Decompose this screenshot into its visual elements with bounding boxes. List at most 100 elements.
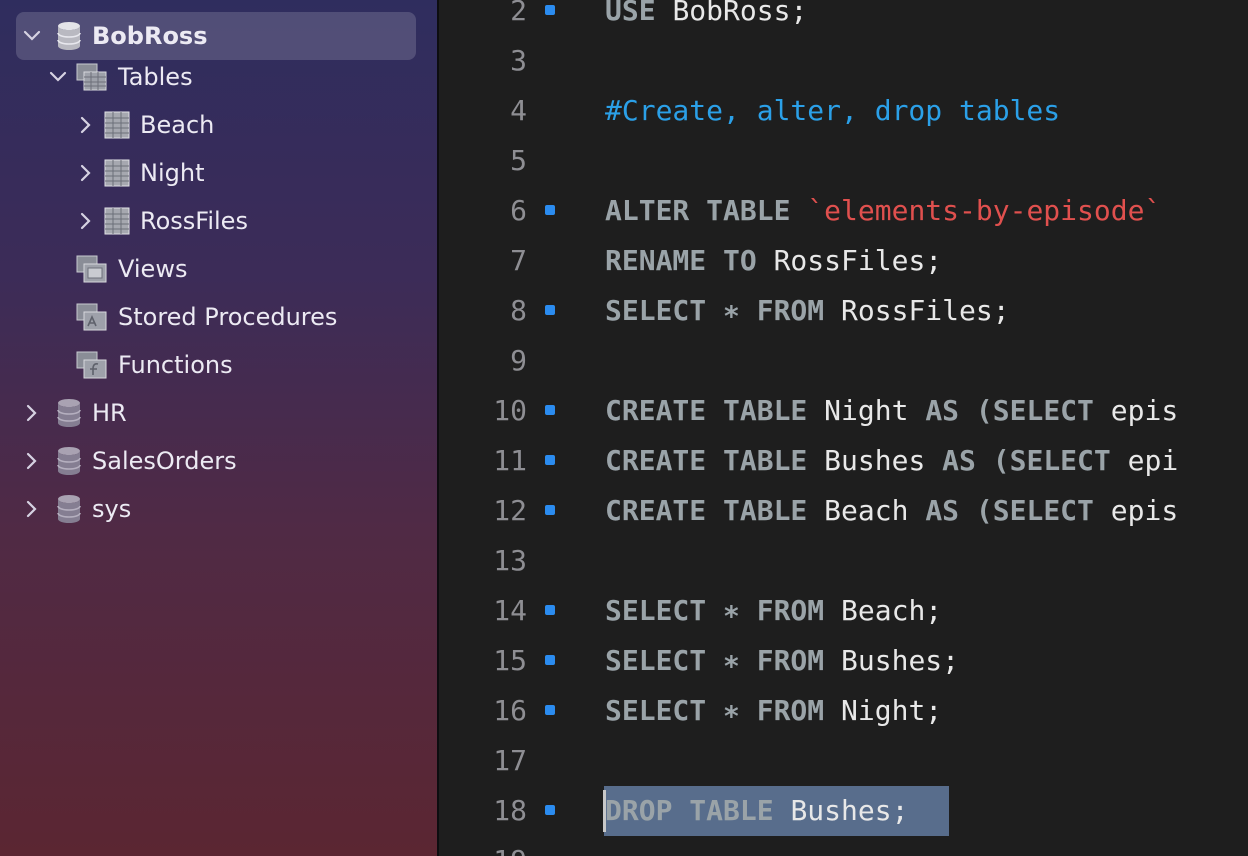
code-line[interactable]: 19 xyxy=(439,836,1248,856)
sql-editor[interactable]: 2 USE BobRoss; 3 4 #Create, alter, drop tabl… xyxy=(439,0,1248,856)
code-token: AS (SELECT xyxy=(925,394,1111,427)
code-line[interactable]: 7 RENAME TO RossFiles; xyxy=(439,236,1248,286)
table-icon xyxy=(104,207,130,235)
statement-marker-icon[interactable] xyxy=(545,305,555,315)
code-token: `elements-by-episode` xyxy=(807,194,1162,227)
code-token: USE xyxy=(605,0,673,27)
line-number: 12 xyxy=(493,494,527,527)
folder-item-functions[interactable]: Functions xyxy=(62,341,233,389)
code-line[interactable]: 14 SELECT ∗ FROM Beach; xyxy=(439,586,1248,636)
code-token: RENAME TO xyxy=(605,244,774,277)
code-text: ALTER TABLE `elements-by-episode` xyxy=(605,186,1161,236)
code-line[interactable]: 13 xyxy=(439,536,1248,586)
schema-item-sys[interactable]: sys xyxy=(22,485,131,533)
code-token: epis xyxy=(1110,494,1179,527)
code-token: #Create, alter, drop tables xyxy=(605,94,1061,127)
code-line[interactable]: 5 xyxy=(439,136,1248,186)
line-number: 13 xyxy=(493,544,527,577)
code-line[interactable]: 12 CREATE TABLE Beach AS (SELECT epis xyxy=(439,486,1248,536)
folder-label: Functions xyxy=(118,351,233,379)
line-number: 11 xyxy=(493,444,527,477)
stored-procedures-folder-icon xyxy=(76,302,108,332)
table-label: Beach xyxy=(140,111,215,139)
code-text: CREATE TABLE Beach AS (SELECT epis xyxy=(605,486,1178,536)
code-text: RENAME TO RossFiles; xyxy=(605,236,942,286)
table-label: Night xyxy=(140,159,205,187)
table-label: RossFiles xyxy=(140,207,248,235)
code-token: Night; xyxy=(841,694,943,727)
code-token: RossFiles; xyxy=(773,244,943,277)
schema-label: HR xyxy=(92,399,127,427)
schema-label: sys xyxy=(92,495,132,523)
functions-folder-icon xyxy=(76,350,108,380)
database-icon xyxy=(56,446,82,476)
statement-marker-icon[interactable] xyxy=(545,405,555,415)
chevron-right-icon[interactable] xyxy=(22,499,42,519)
database-icon xyxy=(56,398,82,428)
statement-marker-icon[interactable] xyxy=(545,505,555,515)
table-item-night[interactable]: Night xyxy=(76,149,204,197)
chevron-down-icon[interactable] xyxy=(48,67,68,87)
code-line[interactable]: 6 ALTER TABLE `elements-by-episode` xyxy=(439,186,1248,236)
code-line[interactable]: 3 xyxy=(439,36,1248,86)
code-text: SELECT ∗ FROM Night; xyxy=(605,686,942,736)
line-number: 17 xyxy=(493,744,527,777)
statement-marker-icon[interactable] xyxy=(545,5,555,15)
schema-label: SalesOrders xyxy=(92,447,237,475)
chevron-right-icon[interactable] xyxy=(22,451,42,471)
code-token: BobRoss; xyxy=(672,0,808,27)
line-number: 15 xyxy=(493,644,527,677)
code-line[interactable]: 18 DROP TABLE Bushes; xyxy=(439,786,1248,836)
line-number: 6 xyxy=(510,194,527,227)
schema-item-salesorders[interactable]: SalesOrders xyxy=(22,437,237,485)
code-line[interactable]: 10 CREATE TABLE Night AS (SELECT epis xyxy=(439,386,1248,436)
table-item-beach[interactable]: Beach xyxy=(76,101,214,149)
code-text: SELECT ∗ FROM Bushes; xyxy=(605,636,959,686)
chevron-right-icon[interactable] xyxy=(22,403,42,423)
code-line[interactable]: 4 #Create, alter, drop tables xyxy=(439,86,1248,136)
folder-label: Tables xyxy=(118,63,193,91)
folder-item-stored-procedures[interactable]: Stored Procedures xyxy=(62,293,337,341)
code-token: AS (SELECT xyxy=(942,444,1128,477)
code-token: SELECT ∗ FROM xyxy=(605,694,842,727)
folder-item-tables[interactable]: Tables xyxy=(48,53,193,101)
tables-folder-icon xyxy=(76,62,108,92)
code-line[interactable]: 2 USE BobRoss; xyxy=(439,0,1248,36)
code-text: SELECT ∗ FROM RossFiles; xyxy=(605,286,1010,336)
database-icon xyxy=(56,494,82,524)
line-number: 2 xyxy=(510,0,527,27)
chevron-right-icon[interactable] xyxy=(76,163,96,183)
statement-marker-icon[interactable] xyxy=(545,605,555,615)
code-line[interactable]: 17 xyxy=(439,736,1248,786)
code-token: CREATE TABLE xyxy=(605,394,825,427)
schema-navigator-sidebar: BobRoss Tables Beach Night RossFiles Vie… xyxy=(0,0,437,856)
statement-marker-icon[interactable] xyxy=(545,805,555,815)
code-text: CREATE TABLE Bushes AS (SELECT epi xyxy=(605,436,1178,486)
code-line[interactable]: 15 SELECT ∗ FROM Bushes; xyxy=(439,636,1248,686)
line-number: 3 xyxy=(510,44,527,77)
code-line[interactable]: 8 SELECT ∗ FROM RossFiles; xyxy=(439,286,1248,336)
folder-item-views[interactable]: Views xyxy=(62,245,187,293)
code-token: CREATE TABLE xyxy=(605,494,825,527)
table-item-rossfiles[interactable]: RossFiles xyxy=(76,197,248,245)
line-number: 16 xyxy=(493,694,527,727)
code-token: SELECT ∗ FROM xyxy=(605,294,842,327)
schema-item-hr[interactable]: HR xyxy=(22,389,127,437)
views-folder-icon xyxy=(76,254,108,284)
table-icon xyxy=(104,111,130,139)
code-line[interactable]: 9 xyxy=(439,336,1248,386)
statement-marker-icon[interactable] xyxy=(545,455,555,465)
code-line[interactable]: 16 SELECT ∗ FROM Night; xyxy=(439,686,1248,736)
statement-marker-icon[interactable] xyxy=(545,705,555,715)
line-number: 7 xyxy=(510,244,527,277)
chevron-right-icon[interactable] xyxy=(76,211,96,231)
folder-label: Stored Procedures xyxy=(118,303,338,331)
chevron-down-icon[interactable] xyxy=(22,26,42,46)
line-number: 14 xyxy=(493,594,527,627)
line-number: 5 xyxy=(510,144,527,177)
statement-marker-icon[interactable] xyxy=(545,655,555,665)
line-number: 19 xyxy=(439,836,527,856)
statement-marker-icon[interactable] xyxy=(545,205,555,215)
chevron-right-icon[interactable] xyxy=(76,115,96,135)
code-line[interactable]: 11 CREATE TABLE Bushes AS (SELECT epi xyxy=(439,436,1248,486)
